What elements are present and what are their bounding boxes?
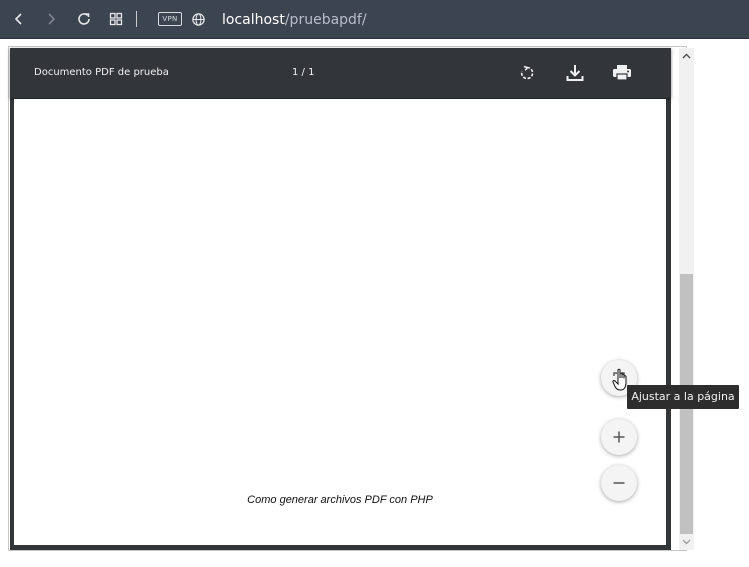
zoom-out-button[interactable] bbox=[601, 465, 637, 501]
browser-toolbar: VPN localhost/pruebapdf/ bbox=[0, 0, 749, 39]
chevron-down-icon bbox=[682, 539, 691, 545]
print-icon bbox=[613, 65, 631, 81]
page-counter: 1 / 1 bbox=[292, 67, 315, 78]
forward-button[interactable] bbox=[40, 8, 62, 30]
scroll-up-button[interactable] bbox=[679, 49, 694, 63]
grid-icon bbox=[109, 12, 123, 26]
download-icon bbox=[566, 65, 584, 81]
toolbar-separator bbox=[136, 11, 137, 27]
chevron-right-icon bbox=[48, 13, 56, 25]
globe-icon bbox=[191, 12, 205, 26]
hand-cursor-icon bbox=[612, 368, 627, 391]
zoom-in-button[interactable] bbox=[601, 419, 637, 455]
address-bar[interactable]: localhost/pruebapdf/ bbox=[222, 10, 367, 30]
url-host: localhost bbox=[222, 12, 285, 28]
tabs-button[interactable] bbox=[105, 8, 127, 30]
chevron-up-icon bbox=[682, 53, 691, 59]
pdf-toolbar: Documento PDF de prueba 1 / 1 bbox=[10, 48, 671, 98]
back-button[interactable] bbox=[8, 8, 30, 30]
reload-button[interactable] bbox=[73, 8, 95, 30]
reload-icon bbox=[78, 13, 90, 25]
page-frame: Documento PDF de prueba 1 / 1 Como gener… bbox=[8, 46, 694, 551]
download-button[interactable] bbox=[563, 61, 587, 85]
url-path: /pruebapdf/ bbox=[284, 12, 367, 28]
page-footer-text: Como generar archivos PDF con PHP bbox=[247, 494, 433, 506]
minus-icon bbox=[613, 482, 625, 484]
rotate-button[interactable] bbox=[515, 61, 539, 85]
fit-page-tooltip: Ajustar a la página bbox=[627, 385, 739, 409]
chevron-left-icon bbox=[14, 13, 22, 25]
document-title: Documento PDF de prueba bbox=[34, 67, 169, 78]
scroll-down-button[interactable] bbox=[679, 535, 694, 549]
vpn-badge[interactable]: VPN bbox=[158, 12, 182, 26]
pdf-page bbox=[14, 99, 666, 545]
plus-icon bbox=[613, 431, 625, 443]
rotate-icon bbox=[520, 65, 534, 80]
print-button[interactable] bbox=[610, 61, 634, 85]
vertical-scrollbar[interactable] bbox=[679, 48, 694, 550]
site-info-button[interactable] bbox=[187, 8, 209, 30]
pdf-viewer: Documento PDF de prueba 1 / 1 Como gener… bbox=[10, 48, 671, 550]
